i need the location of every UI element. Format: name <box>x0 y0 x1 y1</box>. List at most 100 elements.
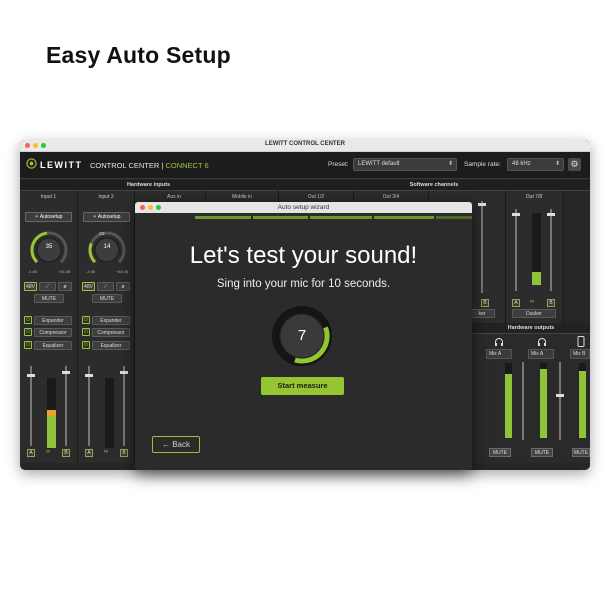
preset-dropdown[interactable]: LEWITT default ⬍ <box>353 158 457 171</box>
wand-icon: ✦ <box>34 214 39 220</box>
strip-title: Out 3/4 <box>382 194 400 200</box>
auto-setup-wizard-dialog: Auto setup wizard Let's test your sound!… <box>135 202 472 470</box>
meter-fill <box>540 369 547 438</box>
mute-button[interactable]: MUTE <box>34 294 64 303</box>
output-2-fader-handle[interactable] <box>556 394 564 397</box>
phantom-power-button[interactable]: 48V <box>82 282 95 291</box>
input-strip-2: Input 2 ✦ Autosetup 14 -4 dB +48 dB 48V … <box>78 191 135 463</box>
sample-rate-dropdown[interactable]: 48 kHz ⬍ <box>507 158 564 171</box>
hardware-outputs-panel: Mix A Mix A Mix B MUTE MUTE MUTE <box>472 334 590 463</box>
output-2-mute[interactable]: MUTE <box>531 448 553 457</box>
fader-b-track[interactable] <box>123 366 125 446</box>
equalizer-button[interactable]: Equalizer <box>92 341 130 350</box>
a-button[interactable]: A <box>512 299 520 307</box>
ducker-button[interactable]: Ducker <box>512 309 556 318</box>
autosetup-button[interactable]: ✦ Autosetup <box>83 212 130 222</box>
compressor-button[interactable]: Compressor <box>34 328 72 337</box>
level-meter <box>47 378 56 448</box>
output-1-mute[interactable]: MUTE <box>489 448 511 457</box>
fader-a-track[interactable] <box>515 209 517 291</box>
fader-b-track[interactable] <box>65 366 67 446</box>
autosetup-button[interactable]: ✦ Autosetup <box>25 212 72 222</box>
fader-handle[interactable] <box>478 203 486 206</box>
dialog-titlebar[interactable]: Auto setup wizard <box>135 202 472 213</box>
phase-button[interactable]: ø <box>116 282 130 291</box>
back-button[interactable]: ← Back <box>152 436 200 453</box>
progress-step <box>436 216 472 219</box>
fader-b-handle[interactable] <box>62 371 70 374</box>
expander-button[interactable]: Expander <box>34 316 72 325</box>
a-button[interactable]: A <box>85 449 93 457</box>
hardware-outputs-header: Hardware outputs <box>472 323 590 334</box>
preset-value: LEWITT default <box>358 161 400 167</box>
fader-track[interactable] <box>481 201 483 293</box>
b-button[interactable]: B <box>120 449 128 457</box>
b-button[interactable]: B <box>62 449 70 457</box>
power-icon[interactable]: ⏻ <box>24 328 32 336</box>
wizard-heading: Let's test your sound! <box>189 242 418 269</box>
equalizer-button[interactable]: Equalizer <box>34 341 72 350</box>
gain-knob[interactable] <box>29 230 69 270</box>
fader-a-handle[interactable] <box>85 374 93 377</box>
progress-step <box>374 216 434 219</box>
power-icon[interactable]: ⏻ <box>82 316 90 324</box>
fader-a-handle[interactable] <box>512 213 520 216</box>
mute-button[interactable]: MUTE <box>92 294 122 303</box>
output-3-mix-dropdown[interactable]: Mix B <box>570 349 590 359</box>
link-icon[interactable]: ∞ <box>104 449 108 455</box>
a-button[interactable]: A <box>27 449 35 457</box>
lowcut-button[interactable]: ⟋ <box>39 282 56 291</box>
progress-step <box>195 216 251 219</box>
b-button[interactable]: B <box>481 299 489 307</box>
hardware-inputs-header: Hardware inputs <box>20 180 277 191</box>
wizard-subheading: Sing into your mic for 10 seconds. <box>216 278 391 290</box>
fader-a-handle[interactable] <box>27 374 35 377</box>
power-icon[interactable]: ⏻ <box>82 328 90 336</box>
sample-rate-value: 48 kHz <box>512 161 531 167</box>
ducker-button[interactable]: ker <box>469 309 495 318</box>
headphones-icon <box>495 338 503 346</box>
phase-button[interactable]: ø <box>58 282 72 291</box>
lowcut-icon: ⟋ <box>103 284 108 290</box>
fader-b-handle[interactable] <box>547 213 555 216</box>
gain-knob[interactable] <box>87 230 127 270</box>
output-2-mix-dropdown[interactable]: Mix A <box>528 349 554 359</box>
expander-button[interactable]: Expander <box>92 316 130 325</box>
sample-rate-label: Sample rate: <box>464 161 501 168</box>
countdown-value: 7 <box>297 327 307 344</box>
strip-title: Aux in <box>167 194 181 200</box>
power-icon[interactable]: ⏻ <box>82 341 90 349</box>
output-2-meter <box>540 363 547 438</box>
meter-fill <box>532 272 541 285</box>
fader-a-track[interactable] <box>30 366 32 446</box>
output-1-fader[interactable] <box>522 362 524 440</box>
window-titlebar[interactable]: LEWITT CONTROL CENTER <box>20 140 590 152</box>
power-icon[interactable]: ⏻ <box>24 341 32 349</box>
start-measure-button[interactable]: Start measure <box>261 377 344 395</box>
fader-b-handle[interactable] <box>120 371 128 374</box>
phone-icon <box>577 336 585 347</box>
gain-min: -4 dB <box>86 270 96 274</box>
fader-a-track[interactable] <box>88 366 90 446</box>
link-icon[interactable]: ∞ <box>46 449 50 455</box>
strip-title: Mobile in <box>231 194 252 200</box>
wand-icon: ✦ <box>92 214 97 220</box>
output-3-mute[interactable]: MUTE <box>572 448 590 457</box>
output-1-mix-dropdown[interactable]: Mix A <box>486 349 512 359</box>
brand-logo: LEWITT <box>40 160 83 170</box>
phase-icon: ø <box>121 284 125 290</box>
chevron-updown-icon: ⬍ <box>554 161 560 167</box>
output-2-fader[interactable] <box>559 362 561 440</box>
window-title: LEWITT CONTROL CENTER <box>265 141 345 147</box>
level-meter <box>532 213 541 285</box>
phantom-power-button[interactable]: 48V <box>24 282 37 291</box>
link-icon[interactable]: ∞ <box>530 299 534 305</box>
stereo-link-icon[interactable]: ∞ <box>99 229 105 238</box>
fader-b-track[interactable] <box>550 209 552 291</box>
settings-button[interactable]: ⚙ <box>568 158 581 171</box>
product-title: CONTROL CENTER | CONNECT 6 <box>90 161 209 170</box>
lowcut-button[interactable]: ⟋ <box>97 282 114 291</box>
power-icon[interactable]: ⏻ <box>24 316 32 324</box>
compressor-button[interactable]: Compressor <box>92 328 130 337</box>
b-button[interactable]: B <box>547 299 555 307</box>
